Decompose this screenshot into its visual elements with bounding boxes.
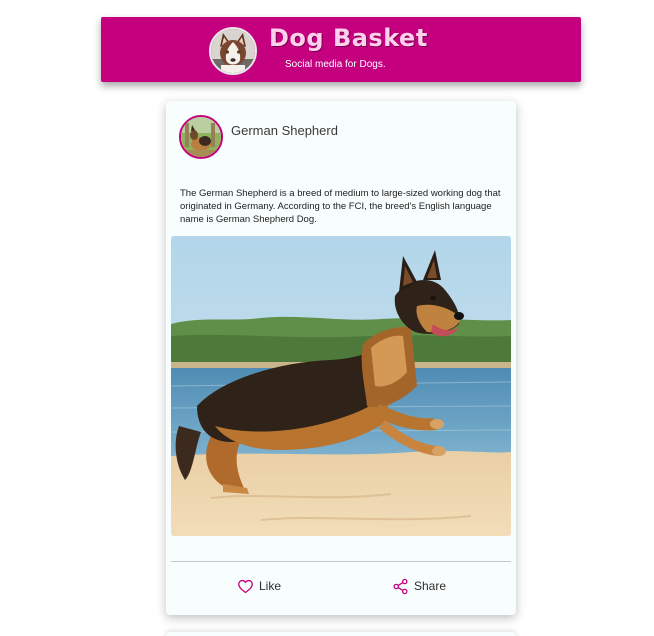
brand-title: Dog Basket: [269, 24, 428, 52]
post-body-text: The German Shepherd is a breed of medium…: [180, 187, 501, 225]
heart-icon: [238, 579, 253, 593]
post-photo[interactable]: [171, 236, 511, 536]
husky-icon: [211, 29, 255, 73]
share-label: Share: [414, 579, 447, 593]
like-button[interactable]: Like: [237, 577, 281, 595]
share-button[interactable]: Share: [392, 577, 446, 595]
husky-logo-avatar[interactable]: [209, 27, 257, 75]
german-shepherd-avatar-icon: [181, 117, 221, 157]
post-card: German Shepherd The German Shepherd is a…: [166, 101, 516, 615]
app-header: Dog Basket Social media for Dogs.: [101, 17, 581, 82]
share-icon: [393, 578, 408, 594]
post-author-avatar[interactable]: [179, 115, 223, 159]
page: Dog Basket Social media for Dogs. German…: [0, 0, 654, 636]
like-label: Like: [259, 579, 282, 593]
actions-divider: [171, 561, 511, 562]
post-author-name[interactable]: German Shepherd: [231, 123, 338, 138]
next-post-card: [166, 632, 516, 636]
german-shepherd-photo-icon: [171, 236, 511, 536]
brand-tagline: Social media for Dogs.: [285, 59, 386, 70]
